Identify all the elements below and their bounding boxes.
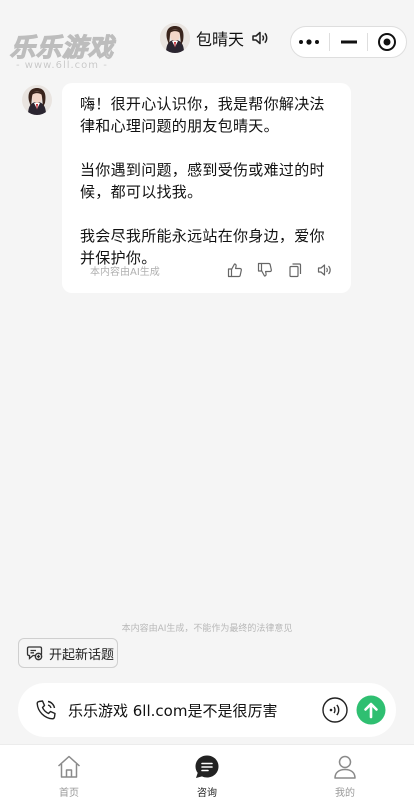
read-aloud-icon[interactable] <box>317 262 333 278</box>
avatar <box>160 23 190 53</box>
close-button[interactable] <box>368 27 406 57</box>
ai-generated-note: 本内容由AI生成 <box>90 266 160 278</box>
send-arrow-icon <box>356 695 386 725</box>
home-icon <box>57 755 81 778</box>
phone-icon[interactable] <box>34 698 58 722</box>
voice-wave-icon <box>322 697 348 723</box>
minimize-button[interactable] <box>330 27 368 57</box>
message-bubble: 嗨！很开心认识你，我是帮你解决法律和心理问题的朋友包晴天。 当你遇到问题，感到受… <box>62 83 351 293</box>
tab-consult[interactable]: 咨询 <box>138 745 276 800</box>
speaker-icon[interactable] <box>250 28 270 48</box>
minimize-icon <box>340 40 357 44</box>
watermark-title: 乐乐游戏 <box>9 33 115 62</box>
send-button[interactable] <box>356 695 386 725</box>
close-circle-icon <box>378 33 397 51</box>
thumbs-down-icon[interactable] <box>257 262 273 278</box>
message-input-bar: 乐乐游戏 6ll.com是不是很厉害 <box>18 683 396 737</box>
message-input[interactable]: 乐乐游戏 6ll.com是不是很厉害 <box>68 700 322 721</box>
message-footer: 本内容由AI生成 <box>62 259 351 281</box>
new-topic-button[interactable]: 开起新话题 <box>18 638 118 668</box>
top-bar: 乐乐游戏 - www.6ll.com - 包晴天 <box>0 0 414 72</box>
mini-program-capsule <box>290 26 407 58</box>
legal-disclaimer: 本内容由AI生成，不能作为最终的法律意见 <box>121 624 293 634</box>
message-paragraph: 当你遇到问题，感到受伤或难过的时候，都可以找我。 <box>80 161 325 201</box>
user-icon <box>334 755 356 779</box>
assistant-avatar <box>22 85 52 115</box>
tab-label: 我的 <box>335 788 355 799</box>
tab-home[interactable]: 首页 <box>0 745 138 800</box>
chat-title-group[interactable]: 包晴天 <box>160 22 270 54</box>
voice-input-button[interactable] <box>322 697 348 723</box>
bottom-tab-bar: 首页 咨询 我的 <box>0 744 414 800</box>
more-button[interactable] <box>291 27 329 57</box>
chat-icon <box>195 755 219 778</box>
more-dots-icon <box>298 39 319 45</box>
message-paragraph: 嗨！很开心认识你，我是帮你解决法律和心理问题的朋友包晴天。 <box>80 95 325 135</box>
watermark: 乐乐游戏 - www.6ll.com - <box>9 33 130 71</box>
page-title: 包晴天 <box>196 30 245 49</box>
copy-icon[interactable] <box>287 262 303 278</box>
tab-label: 咨询 <box>197 788 217 799</box>
tab-label: 首页 <box>59 788 79 799</box>
new-chat-icon <box>26 646 43 661</box>
new-topic-label: 开起新话题 <box>49 647 115 663</box>
tab-me[interactable]: 我的 <box>276 745 414 800</box>
thumbs-up-icon[interactable] <box>227 262 243 278</box>
